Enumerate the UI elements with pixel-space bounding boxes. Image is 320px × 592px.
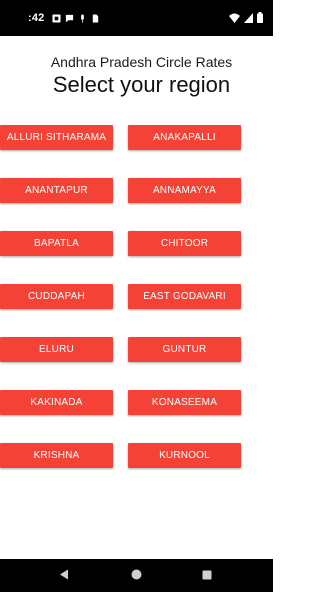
region-button-kurnool[interactable]: KURNOOL [128, 443, 241, 468]
region-button-alluri-sitharama[interactable]: ALLURI SITHARAMA [0, 125, 113, 150]
region-button-east-godavari[interactable]: EAST GODAVARI [128, 284, 241, 309]
status-time: :42 [28, 12, 45, 24]
chat-icon [65, 14, 74, 22]
region-button-bapatla[interactable]: BAPATLA [0, 231, 113, 256]
status-notification-icons [52, 13, 100, 23]
region-button-kakinada[interactable]: KAKINADA [0, 390, 113, 415]
wifi-icon [229, 13, 240, 23]
region-button-anantapur[interactable]: ANANTAPUR [0, 178, 113, 203]
region-button-chitoor[interactable]: CHITOOR [128, 231, 241, 256]
region-button-annamayya[interactable]: ANNAMAYYA [128, 178, 241, 203]
region-button-cuddapah[interactable]: CUDDAPAH [0, 284, 113, 309]
sim-icon [92, 13, 99, 23]
navigation-bar [0, 559, 273, 592]
region-button-konaseema[interactable]: KONASEEMA [128, 390, 241, 415]
signal-icon [244, 12, 253, 23]
back-icon[interactable] [59, 569, 69, 580]
region-button-guntur[interactable]: GUNTUR [128, 337, 241, 362]
page-title: Select your region [52, 72, 231, 97]
notification-icon [52, 13, 61, 23]
status-system-icons [229, 12, 263, 23]
region-button-anakapalli[interactable]: ANAKAPALLI [128, 125, 241, 150]
recents-icon[interactable] [202, 570, 212, 580]
region-button-eluru[interactable]: ELURU [0, 337, 113, 362]
battery-icon [257, 12, 263, 23]
mic-icon [81, 13, 84, 23]
region-button-krishna[interactable]: KRISHNA [0, 443, 113, 468]
home-icon[interactable] [131, 569, 142, 580]
status-bar: :42 [0, 0, 273, 36]
app-subtitle: Andhra Pradesh Circle Rates [50, 54, 233, 70]
